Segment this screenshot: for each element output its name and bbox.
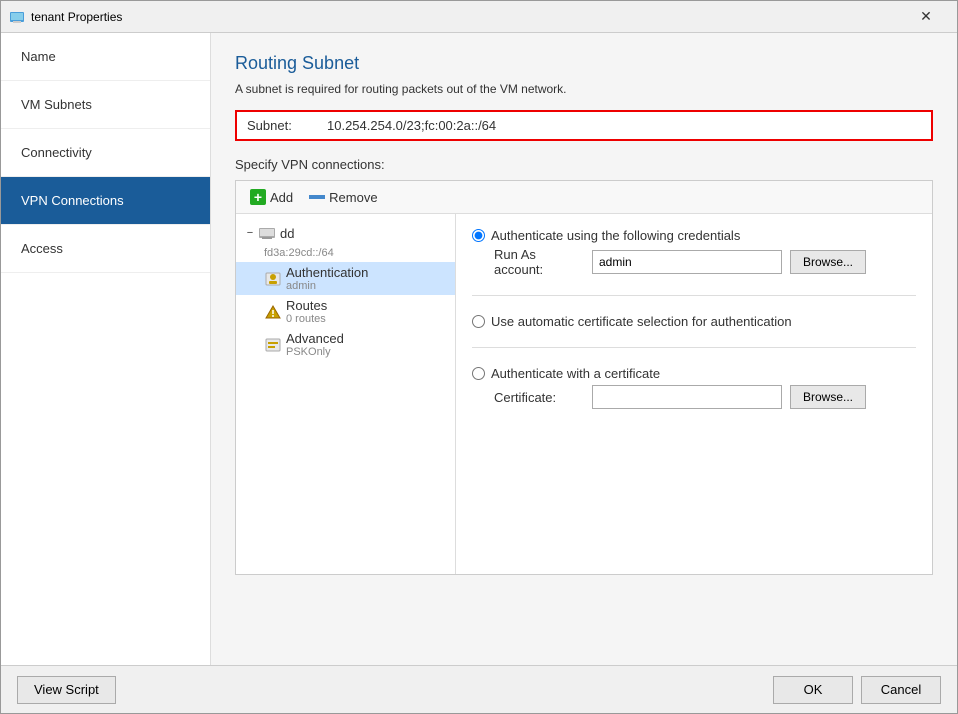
details-panel: Authenticate using the following credent… <box>456 214 932 574</box>
radio-credentials-label: Authenticate using the following credent… <box>491 228 740 243</box>
divider1 <box>472 295 916 296</box>
window-title: tenant Properties <box>31 10 122 24</box>
tree-item-authentication[interactable]: Authentication admin <box>236 262 455 295</box>
tree-item-dd-sublabel: fd3a:29cd::/64 <box>236 244 455 262</box>
radio-cert-label: Authenticate with a certificate <box>491 366 660 381</box>
sidebar-item-access[interactable]: Access <box>1 225 210 273</box>
browse-credentials-button[interactable]: Browse... <box>790 250 866 274</box>
tree-item-routes[interactable]: Routes 0 routes <box>236 295 455 328</box>
certificate-label: Certificate: <box>494 390 584 405</box>
run-as-label: Run As account: <box>494 247 584 277</box>
remove-button[interactable]: Remove <box>305 188 381 207</box>
cancel-button[interactable]: Cancel <box>861 676 941 704</box>
dd-icon <box>258 225 276 241</box>
radio-credentials-row: Authenticate using the following credent… <box>472 228 916 277</box>
close-button[interactable]: ✕ <box>903 3 949 31</box>
radio-credentials[interactable] <box>472 229 485 242</box>
remove-icon <box>309 193 325 201</box>
footer-right: OK Cancel <box>773 676 941 704</box>
sidebar-item-name[interactable]: Name <box>1 33 210 81</box>
subnet-row: Subnet: 10.254.254.0/23;fc:00:2a::/64 <box>235 110 933 141</box>
title-bar-left: tenant Properties <box>9 9 122 25</box>
collapse-icon[interactable]: − <box>244 227 256 239</box>
radio-cert-auto[interactable] <box>472 315 485 328</box>
tree-item-advanced[interactable]: Advanced PSKOnly <box>236 328 455 361</box>
view-script-button[interactable]: View Script <box>17 676 116 704</box>
tree-panel: − dd fd3a:29cd::/64 <box>236 214 456 574</box>
routes-icon <box>264 304 282 320</box>
footer: View Script OK Cancel <box>1 665 957 713</box>
authentication-icon <box>264 271 282 287</box>
sidebar-item-connectivity[interactable]: Connectivity <box>1 129 210 177</box>
vpn-section-label: Specify VPN connections: <box>235 157 933 172</box>
vpn-panel: + Add Remove <box>235 180 933 575</box>
divider2 <box>472 347 916 348</box>
window-icon <box>9 9 25 25</box>
vpn-body: − dd fd3a:29cd::/64 <box>236 214 932 574</box>
radio-cert-auto-row: Use automatic certificate selection for … <box>472 314 916 329</box>
main-content: Name VM Subnets Connectivity VPN Connect… <box>1 33 957 665</box>
certificate-input[interactable] <box>592 385 782 409</box>
sidebar-item-vm-subnets[interactable]: VM Subnets <box>1 81 210 129</box>
radio-cert[interactable] <box>472 367 485 380</box>
vpn-toolbar: + Add Remove <box>236 181 932 214</box>
sidebar: Name VM Subnets Connectivity VPN Connect… <box>1 33 211 665</box>
radio-cert-auto-label: Use automatic certificate selection for … <box>491 314 792 329</box>
section-title: Routing Subnet <box>235 53 933 74</box>
add-icon: + <box>250 189 266 205</box>
run-as-input[interactable] <box>592 250 782 274</box>
title-bar: tenant Properties ✕ <box>1 1 957 33</box>
sidebar-item-vpn-connections[interactable]: VPN Connections <box>1 177 210 225</box>
ok-button[interactable]: OK <box>773 676 853 704</box>
browse-certificate-button[interactable]: Browse... <box>790 385 866 409</box>
section-desc: A subnet is required for routing packets… <box>235 82 933 96</box>
advanced-icon <box>264 337 282 353</box>
subnet-value: 10.254.254.0/23;fc:00:2a::/64 <box>327 118 921 133</box>
content-area: Routing Subnet A subnet is required for … <box>211 33 957 665</box>
radio-cert-row: Authenticate with a certificate Certific… <box>472 366 916 409</box>
main-window: tenant Properties ✕ Name VM Subnets Conn… <box>0 0 958 714</box>
add-button[interactable]: + Add <box>246 187 297 207</box>
tree-item-dd[interactable]: − dd <box>236 222 455 244</box>
subnet-label: Subnet: <box>247 118 327 133</box>
radio-group: Authenticate using the following credent… <box>472 228 916 409</box>
